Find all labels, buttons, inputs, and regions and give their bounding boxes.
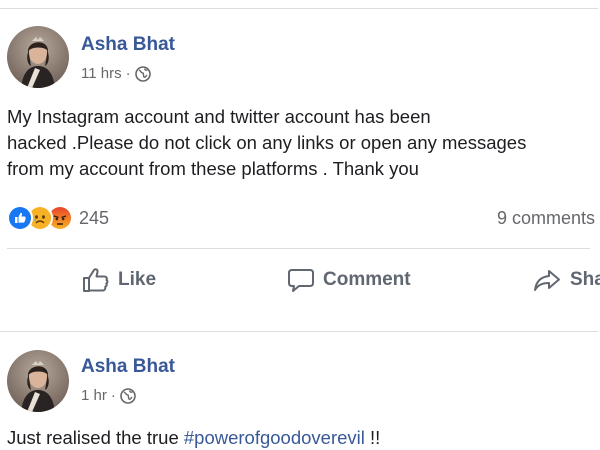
globe-icon[interactable] bbox=[120, 387, 136, 404]
comment-button[interactable]: Comment bbox=[287, 267, 411, 293]
like-button[interactable]: Like bbox=[82, 267, 156, 293]
post-text-suffix: !! bbox=[364, 427, 381, 448]
author-name[interactable]: Asha Bhat bbox=[81, 34, 175, 56]
timestamp[interactable]: 1 hr bbox=[81, 387, 107, 404]
post-meta: 1 hr · bbox=[81, 387, 136, 404]
author-name[interactable]: Asha Bhat bbox=[81, 356, 175, 378]
comments-count-link[interactable]: 9 comments bbox=[497, 208, 595, 229]
post-text-prefix: Just realised the true bbox=[7, 427, 184, 448]
post-text: My Instagram account and twitter account… bbox=[7, 104, 526, 182]
avatar[interactable] bbox=[7, 26, 69, 88]
meta-separator: · bbox=[125, 65, 131, 82]
timestamp[interactable]: 11 hrs bbox=[81, 65, 122, 82]
avatar[interactable] bbox=[7, 350, 69, 412]
hashtag-link[interactable]: #powerofgoodoverevil bbox=[184, 427, 365, 448]
post-text-line: from my account from these platforms . T… bbox=[7, 158, 419, 179]
like-button-label: Like bbox=[118, 269, 157, 290]
news-feed: Asha Bhat 11 hrs · My Instagram account … bbox=[0, 0, 600, 450]
thumbs-up-icon bbox=[83, 268, 109, 292]
share-arrow-icon bbox=[534, 270, 560, 291]
share-button-label: Share bbox=[570, 269, 600, 290]
feed-divider-middle bbox=[0, 331, 598, 332]
comment-button-label: Comment bbox=[323, 269, 411, 290]
post-text-line: hacked .Please do not click on any links… bbox=[7, 132, 527, 153]
feed-divider-top bbox=[0, 8, 598, 9]
post-text: Just realised the true #powerofgoodovere… bbox=[7, 425, 380, 450]
like-icon bbox=[7, 205, 33, 231]
share-button[interactable]: Share bbox=[532, 267, 600, 293]
post-text-line: My Instagram account and twitter account… bbox=[7, 106, 431, 127]
meta-separator: · bbox=[110, 387, 116, 404]
actions-divider bbox=[7, 248, 590, 249]
reactions-summary[interactable]: 245 bbox=[7, 204, 109, 232]
comment-bubble-icon bbox=[288, 269, 314, 292]
reaction-count: 245 bbox=[79, 207, 110, 228]
post-meta: 11 hrs · bbox=[81, 65, 151, 82]
globe-icon[interactable] bbox=[134, 65, 151, 82]
